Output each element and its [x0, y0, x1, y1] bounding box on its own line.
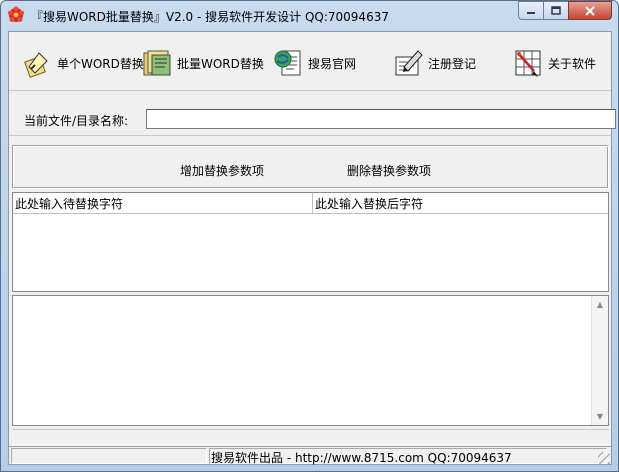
minimize-icon: [527, 11, 535, 14]
about-software-button[interactable]: 关于软件: [512, 47, 596, 79]
batch-replace-icon: [143, 50, 171, 76]
register-button[interactable]: 注册登记: [392, 47, 476, 79]
status-bar: 搜易软件出品 - http://www.8715.com QQ:70094637: [9, 446, 611, 465]
close-icon: [585, 5, 595, 16]
official-website-button[interactable]: 搜易官网: [272, 47, 356, 79]
status-pane-left: [11, 448, 207, 464]
path-row: 当前文件/目录名称:: [9, 91, 616, 136]
about-icon: [515, 50, 541, 77]
official-website-label: 搜易官网: [308, 56, 357, 71]
add-param-button[interactable]: 增加替换参数项: [180, 162, 264, 179]
grid-column-find[interactable]: 此处输入待替换字符: [15, 195, 123, 212]
grid-header-row: 此处输入待替换字符 此处输入替换后字符: [13, 193, 608, 214]
website-icon: [274, 50, 301, 76]
progress-area: [12, 429, 609, 445]
about-software-label: 关于软件: [548, 56, 597, 71]
grid-column-replace[interactable]: 此处输入替换后字符: [315, 195, 423, 212]
path-label: 当前文件/目录名称:: [24, 114, 129, 128]
delete-param-button[interactable]: 删除替换参数项: [347, 162, 431, 179]
single-replace-icon: [24, 52, 48, 78]
register-icon: [395, 50, 423, 76]
app-logo-icon: [8, 6, 24, 22]
batch-word-replace-label: 批量WORD替换: [177, 56, 264, 71]
toolbar: 单个WORD替换 批量WORD替换 搜易官网 注册登记 关于软件: [9, 32, 611, 91]
register-label: 注册登记: [428, 56, 477, 71]
resize-grip-icon[interactable]: [598, 452, 610, 464]
minimize-button[interactable]: [518, 1, 544, 20]
window-title: 『搜易WORD批量替换』V2.0 - 搜易软件开发设计 QQ:70094637: [31, 10, 389, 24]
log-textarea[interactable]: ▲ ▼: [12, 295, 609, 426]
maximize-icon: [551, 6, 561, 15]
client-area: 单个WORD替换 批量WORD替换 搜易官网 注册登记 关于软件 当前文件/目录…: [8, 31, 616, 465]
replace-param-grid[interactable]: 此处输入待替换字符 此处输入替换后字符: [12, 192, 609, 292]
batch-word-replace-button[interactable]: 批量WORD替换: [141, 47, 264, 79]
app-window: 『搜易WORD批量替换』V2.0 - 搜易软件开发设计 QQ:70094637: [0, 0, 619, 472]
action-panel: 增加替换参数项 删除替换参数项: [12, 145, 609, 189]
single-word-replace-label: 单个WORD替换: [57, 56, 144, 71]
scroll-up-icon[interactable]: ▲: [592, 296, 608, 313]
close-button[interactable]: [568, 1, 612, 20]
maximize-button[interactable]: [543, 1, 569, 20]
title-bar[interactable]: 『搜易WORD批量替换』V2.0 - 搜易软件开发设计 QQ:70094637: [1, 1, 618, 31]
path-input[interactable]: [146, 109, 616, 129]
vertical-scrollbar[interactable]: ▲ ▼: [591, 296, 608, 425]
grid-column-divider: [312, 193, 313, 213]
status-text: 搜易软件出品 - http://www.8715.com QQ:70094637: [211, 451, 512, 465]
single-word-replace-button[interactable]: 单个WORD替换: [21, 47, 144, 79]
scroll-down-icon[interactable]: ▼: [592, 408, 608, 425]
